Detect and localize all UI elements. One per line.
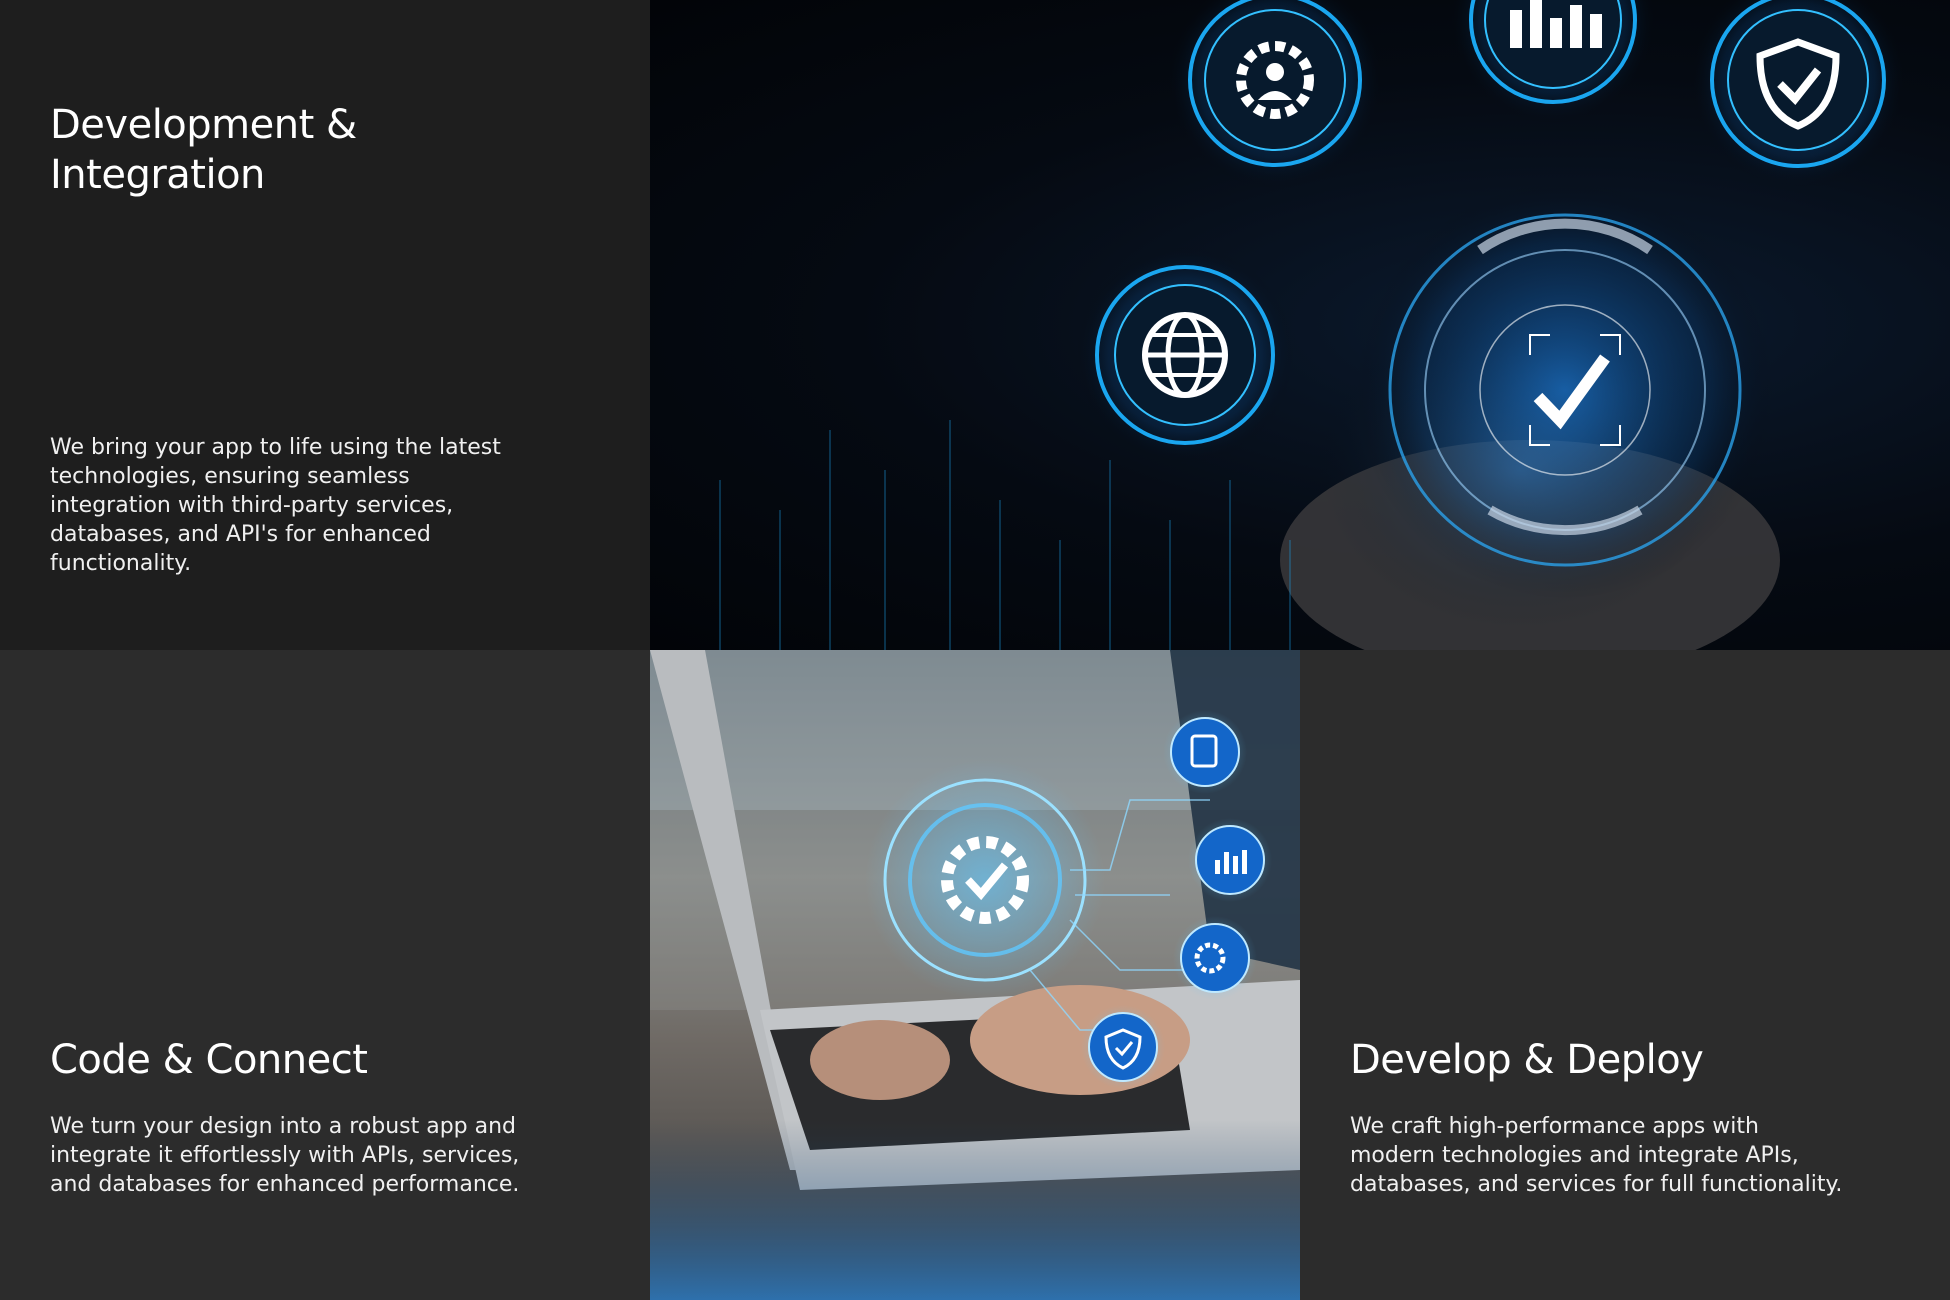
section-description: We turn your design into a robust app an… [50,1114,520,1197]
section-description: We bring your app to life using the late… [50,435,501,576]
services-grid: Development & Integration We bring your … [0,0,1950,1300]
tech-icons-illustration [719,0,1908,650]
gear-check-icon [865,760,1105,1000]
globe-icon [1075,245,1295,465]
section-develop-deploy: Develop & Deploy We craft high-performan… [1300,650,1950,1300]
laptop-illustration [650,650,1300,1300]
gear-person-icon [1165,0,1385,190]
section-title: Develop & Deploy [1350,1037,1704,1083]
section-development-integration: Development & Integration We bring your … [0,0,650,650]
shield-check-icon [1688,0,1908,190]
bar-chart-icon [1188,818,1272,902]
section-title: Development & Integration [50,102,357,198]
section-description: We craft high-performance apps with mode… [1350,1114,1843,1197]
clipboard-icon [1163,710,1247,794]
gear-circuit-icon [1173,916,1257,1000]
bar-chart-icon [1448,0,1658,125]
shield-check-icon [1081,1005,1165,1089]
section-title: Code & Connect [50,1037,368,1083]
hero-image-technology-icons [650,0,1950,650]
section-code-connect: Code & Connect We turn your design into … [0,650,650,1300]
checkmark-icon [1355,180,1775,600]
laptop-image-tech-icons [650,650,1300,1300]
